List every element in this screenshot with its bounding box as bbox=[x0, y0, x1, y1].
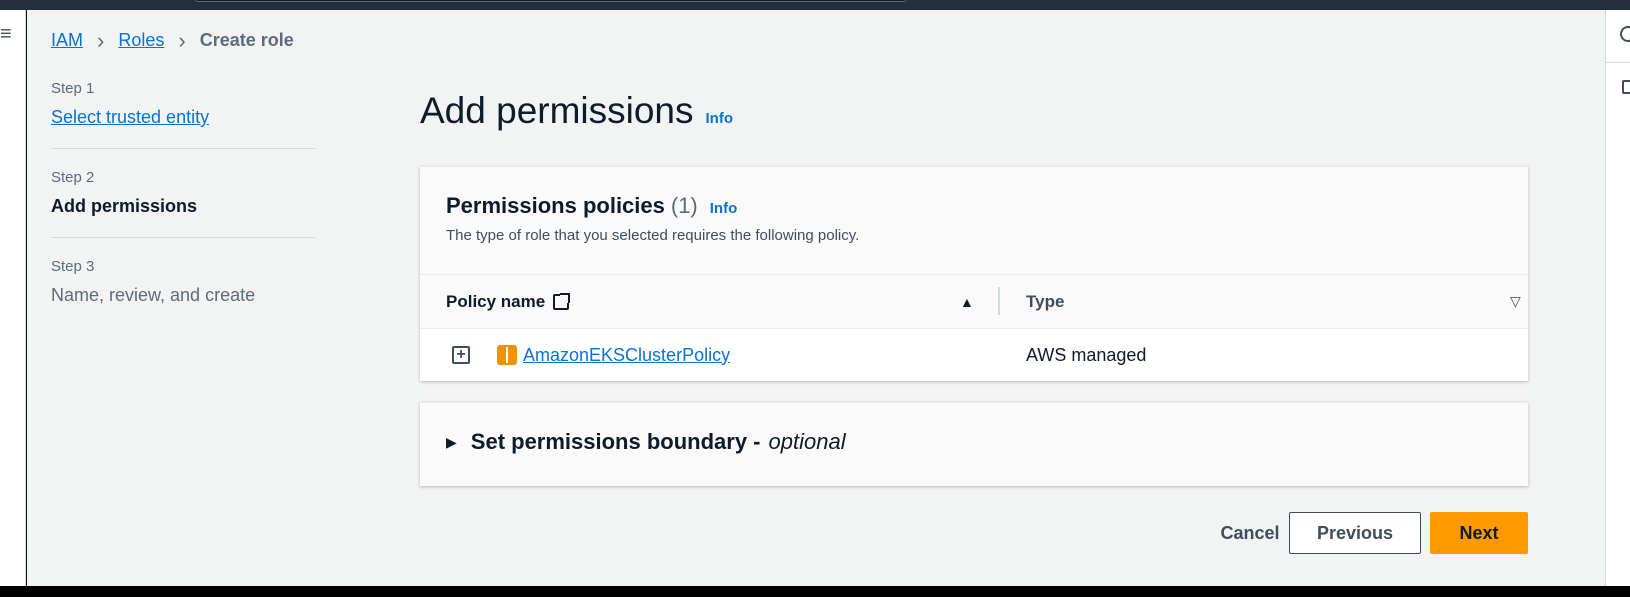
permissions-boundary-panel[interactable]: ▶ Set permissions boundary - optional bbox=[420, 402, 1528, 486]
wizard-steps: Step 1 Select trusted entity Step 2 Add … bbox=[51, 80, 315, 346]
aws-managed-policy-icon bbox=[497, 345, 517, 365]
tutorial-panel-icon[interactable] bbox=[1622, 80, 1630, 94]
step-name-review-create-label: Name, review, and create bbox=[51, 285, 256, 305]
previous-button[interactable]: Previous bbox=[1289, 512, 1421, 554]
policy-type-cell: AWS managed bbox=[1026, 344, 1147, 365]
info-panel-icon[interactable] bbox=[1620, 26, 1630, 42]
sort-descending-icon[interactable]: ▽ bbox=[1510, 293, 1521, 310]
page-header: Add permissions Info bbox=[420, 90, 733, 132]
step-number: Step 3 bbox=[51, 258, 95, 275]
expand-row-icon[interactable]: + bbox=[452, 346, 470, 364]
breadcrumb-iam-link[interactable]: IAM bbox=[51, 30, 83, 51]
panel-description: The type of role that you selected requi… bbox=[446, 227, 860, 244]
breadcrumb-current: Create role bbox=[199, 30, 294, 50]
top-nav-bar bbox=[0, 0, 1630, 10]
step-number: Step 2 bbox=[51, 169, 95, 186]
hamburger-menu-icon[interactable]: ≡ bbox=[0, 24, 12, 44]
sort-ascending-icon[interactable]: ▲ bbox=[960, 294, 974, 310]
panel-title: Permissions policies (1) Info bbox=[446, 193, 1502, 219]
right-tools-rail bbox=[1605, 10, 1630, 586]
external-link-icon bbox=[553, 292, 571, 310]
step-1: Step 1 Select trusted entity bbox=[51, 80, 315, 149]
step-select-trusted-entity-link[interactable]: Select trusted entity bbox=[51, 107, 209, 127]
column-header-type[interactable]: Type bbox=[1026, 292, 1064, 312]
chevron-right-icon: › bbox=[178, 27, 186, 53]
breadcrumb-roles-link[interactable]: Roles bbox=[118, 30, 164, 51]
boundary-expander[interactable]: ▶ Set permissions boundary - optional bbox=[446, 429, 846, 455]
next-button[interactable]: Next bbox=[1430, 512, 1528, 554]
panel-title-text: Permissions policies bbox=[446, 193, 665, 218]
bottom-edge bbox=[0, 586, 1630, 597]
step-add-permissions-label: Add permissions bbox=[51, 196, 198, 216]
permissions-policies-panel: Permissions policies (1) Info The type o… bbox=[420, 166, 1528, 381]
boundary-optional-label: optional bbox=[768, 429, 846, 454]
breadcrumb: IAM › Roles › Create role bbox=[51, 27, 294, 53]
step-3: Step 3 Name, review, and create bbox=[51, 258, 315, 326]
panel-header: Permissions policies (1) Info The type o… bbox=[420, 167, 1528, 275]
cancel-button[interactable]: Cancel bbox=[1208, 512, 1292, 554]
rail-divider bbox=[1606, 62, 1630, 63]
column-header-label: Policy name bbox=[446, 291, 546, 311]
global-search-input[interactable] bbox=[195, 0, 907, 2]
policies-info-link[interactable]: Info bbox=[710, 200, 738, 217]
page-info-link[interactable]: Info bbox=[706, 110, 734, 127]
step-number: Step 1 bbox=[51, 80, 95, 97]
policy-count: (1) bbox=[670, 193, 698, 218]
caret-right-icon: ▶ bbox=[446, 433, 457, 450]
column-resizer[interactable] bbox=[998, 287, 1000, 315]
column-header-policy-name[interactable]: Policy name bbox=[446, 291, 571, 312]
page-title: Add permissions bbox=[420, 90, 694, 131]
boundary-title: Set permissions boundary - bbox=[470, 429, 761, 454]
policy-name-link[interactable]: AmazonEKSClusterPolicy bbox=[523, 345, 730, 366]
table-header: Policy name ▲ Type ▽ bbox=[420, 275, 1528, 329]
table-row: + AmazonEKSClusterPolicy AWS managed bbox=[420, 329, 1528, 381]
chevron-right-icon: › bbox=[97, 27, 105, 53]
step-2: Step 2 Add permissions bbox=[51, 169, 315, 238]
left-navigation-rail: ≡ bbox=[0, 10, 26, 586]
